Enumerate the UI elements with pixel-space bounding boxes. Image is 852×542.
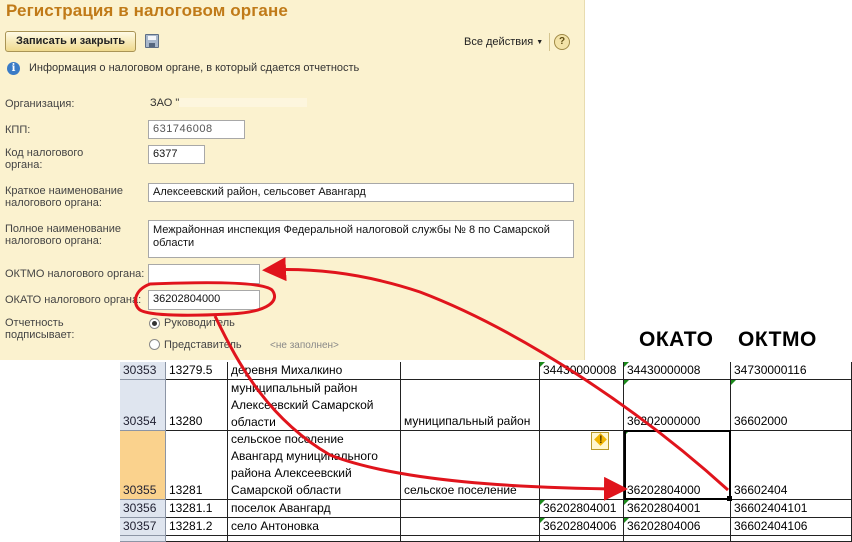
- representative-field[interactable]: <не заполнен>: [270, 340, 339, 351]
- table-cell[interactable]: 36202804001: [540, 500, 624, 518]
- table-cell[interactable]: деревня Михалкино: [228, 362, 401, 380]
- table-cell[interactable]: 13279.5: [166, 362, 228, 380]
- all-actions-menu[interactable]: Все действия ▼: [464, 36, 543, 48]
- fill-handle[interactable]: [727, 496, 732, 501]
- table-cell[interactable]: [540, 431, 624, 500]
- tax-code-label: Код налогового органа:: [5, 147, 84, 171]
- signer-label: Отчетность подписывает:: [5, 317, 75, 341]
- table-cell[interactable]: сельское поселение: [401, 431, 540, 500]
- row-header[interactable]: 30356: [120, 500, 166, 518]
- table-cell[interactable]: 13281.1: [166, 500, 228, 518]
- table-cell[interactable]: [540, 536, 624, 542]
- okato-label: ОКАТО налогового органа:: [5, 294, 142, 306]
- table-cell[interactable]: 13280: [166, 380, 228, 431]
- row-header-selected[interactable]: 30355: [120, 431, 166, 500]
- oktmo-field[interactable]: [148, 264, 260, 284]
- table-cell[interactable]: муниципальный район Алексеевский Самарск…: [228, 380, 401, 431]
- tax-code-field[interactable]: 6377: [148, 145, 205, 164]
- oktmo-cell[interactable]: 36602404: [731, 431, 852, 500]
- organization-label: Организация:: [5, 98, 75, 110]
- redacted-name: [179, 98, 308, 107]
- toolbar-divider: [549, 33, 550, 51]
- table-cell[interactable]: поселок Авангард: [228, 500, 401, 518]
- table-cell[interactable]: [540, 380, 624, 431]
- full-name-field[interactable]: Межрайонная инспекция Федеральной налого…: [148, 220, 574, 258]
- table-cell[interactable]: [166, 536, 228, 542]
- table-cell[interactable]: 13281.2: [166, 518, 228, 536]
- radio-director[interactable]: [149, 318, 160, 329]
- table-cell[interactable]: село Антоновка: [228, 518, 401, 536]
- okato-cell[interactable]: 36202804001: [624, 500, 731, 518]
- organization-value[interactable]: ЗАО ": [150, 97, 308, 109]
- oktmo-label: ОКТМО налогового органа:: [5, 268, 145, 280]
- radio-director-label[interactable]: Руководитель: [164, 317, 235, 329]
- okato-cell[interactable]: 36202804006: [624, 518, 731, 536]
- all-actions-label: Все действия: [464, 36, 534, 48]
- radio-representative-label[interactable]: Представитель: [164, 339, 242, 351]
- okato-cell[interactable]: [624, 536, 731, 542]
- radio-representative[interactable]: [149, 339, 160, 350]
- okato-field[interactable]: 36202804000: [148, 290, 260, 310]
- okato-cell[interactable]: 34430000008: [624, 362, 731, 380]
- info-text: Информация о налоговом органе, в который…: [29, 62, 360, 74]
- row-header[interactable]: [120, 536, 166, 542]
- table-cell[interactable]: [401, 362, 540, 380]
- oktmo-cell[interactable]: 36602000: [731, 380, 852, 431]
- table-cell[interactable]: [401, 518, 540, 536]
- table-cell[interactable]: 34430000008: [540, 362, 624, 380]
- oktmo-heading: ОКТМО: [738, 328, 817, 351]
- tax-registration-form: Регистрация в налоговом органе Записать …: [0, 0, 585, 360]
- row-header[interactable]: 30354: [120, 380, 166, 431]
- row-header[interactable]: 30353: [120, 362, 166, 380]
- form-title: Регистрация в налоговом органе: [6, 1, 288, 20]
- oktmo-cell[interactable]: [731, 536, 852, 542]
- oktmo-cell[interactable]: 34730000116: [731, 362, 852, 380]
- oktmo-cell[interactable]: 36602404101: [731, 500, 852, 518]
- kpp-field[interactable]: 631746008: [148, 120, 245, 139]
- save-disk-icon[interactable]: [145, 34, 159, 48]
- info-icon: i: [7, 62, 20, 75]
- chevron-down-icon: ▼: [536, 39, 544, 46]
- table-cell[interactable]: [228, 536, 401, 542]
- short-name-field[interactable]: Алексеевский район, сельсовет Авангард: [148, 183, 574, 202]
- table-cell[interactable]: [401, 536, 540, 542]
- table-cell[interactable]: [401, 500, 540, 518]
- okato-heading: ОКАТО: [639, 328, 714, 351]
- full-name-label: Полное наименование налогового органа:: [5, 223, 121, 247]
- kpp-label: КПП:: [5, 124, 31, 136]
- row-header[interactable]: 30357: [120, 518, 166, 536]
- table-cell[interactable]: 13281: [166, 431, 228, 500]
- table-cell[interactable]: сельское поселение Авангард муниципально…: [228, 431, 401, 500]
- active-cell-selection: [624, 430, 731, 500]
- save-and-close-button[interactable]: Записать и закрыть: [5, 31, 136, 52]
- help-icon[interactable]: ?: [554, 34, 570, 50]
- oktmo-cell[interactable]: 36602404106: [731, 518, 852, 536]
- okato-cell[interactable]: 36202000000: [624, 380, 731, 431]
- warning-icon[interactable]: !: [591, 432, 609, 450]
- short-name-label: Краткое наименование налогового органа:: [5, 185, 124, 209]
- table-cell[interactable]: муниципальный район: [401, 380, 540, 431]
- organization-name: ЗАО ": [150, 97, 180, 109]
- table-cell[interactable]: 36202804006: [540, 518, 624, 536]
